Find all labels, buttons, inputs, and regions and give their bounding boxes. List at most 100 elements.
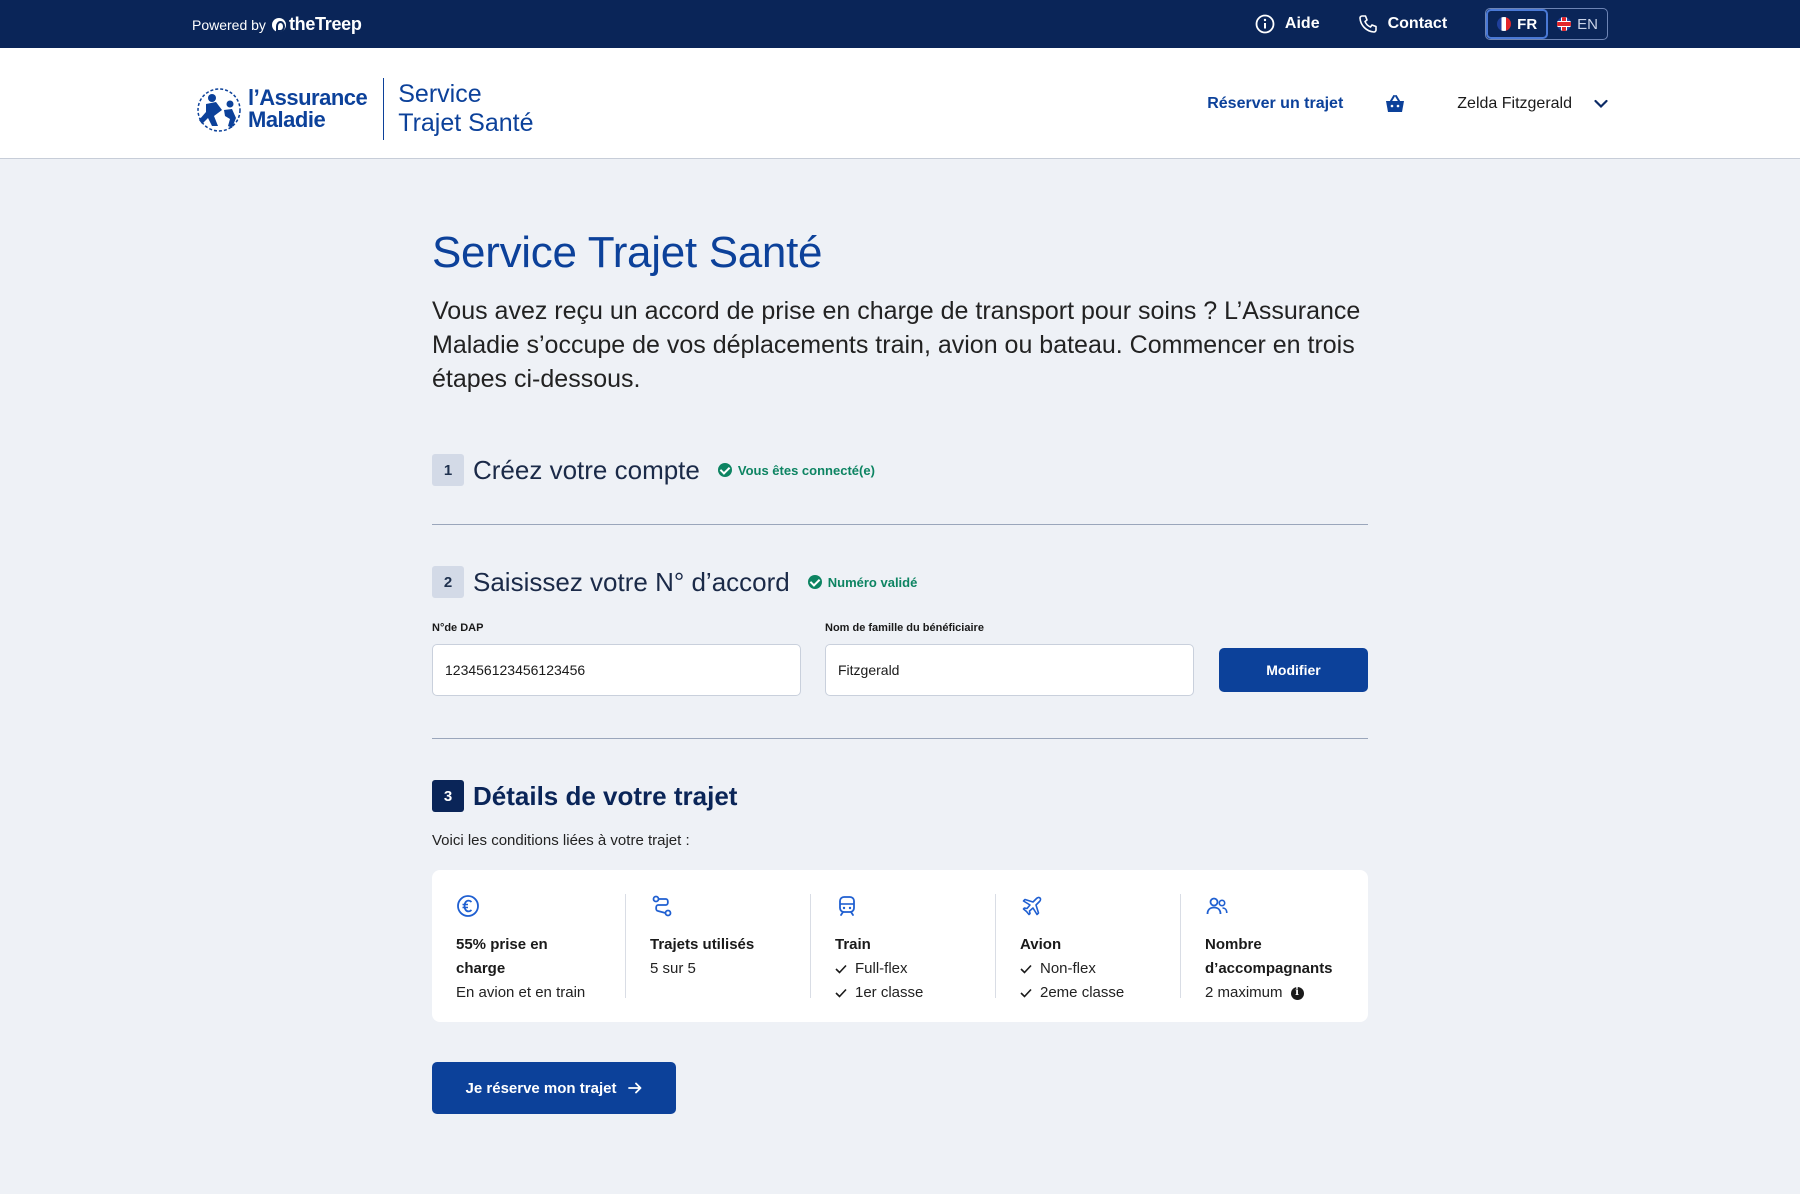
step-1-badge-label: Vous êtes connecté(e) (737, 462, 875, 478)
step-3-title: Détails de votre trajet (473, 780, 738, 811)
euro-icon (457, 895, 479, 917)
condition-coverage-title: 55% prise en charge (456, 936, 548, 977)
condition-companions-max: 2 maximum (1205, 984, 1283, 1001)
condition-plane-item: Non-flex (1020, 957, 1156, 981)
help-link[interactable]: Aide (1255, 14, 1320, 34)
plane-icon (1022, 896, 1042, 916)
condition-companions: Nombre d’accompagnants 2 maximum i (1181, 894, 1368, 1001)
logo-divider (383, 78, 385, 140)
page-title: Service Trajet Santé (432, 228, 823, 277)
help-label: Aide (1284, 15, 1320, 32)
condition-plane-class: 2eme classe (1040, 984, 1125, 1001)
step-2-status-badge: Numéro validé (807, 574, 918, 590)
step-2-header: 2 Saisissez votre N° d’accord Numéro val… (432, 566, 917, 598)
train-icon (839, 896, 855, 916)
step-divider-2 (432, 738, 1368, 739)
condition-trips-used: Trajets utilisés 5 sur 5 (626, 894, 811, 998)
contact-label: Contact (1387, 15, 1448, 32)
powered-by: Powered by theTreep (192, 14, 362, 35)
check-circle-icon (807, 575, 822, 589)
site-header: l’Assurance Maladie Service Trajet Santé… (0, 48, 1800, 159)
step-1-title: Créez votre compte (473, 454, 700, 485)
condition-plane-title: Avion (1020, 936, 1062, 953)
service-name: Service Trajet Santé (398, 80, 533, 138)
condition-trips-used-detail: 5 sur 5 (650, 960, 696, 977)
top-links: Aide Contact FR EN (1255, 0, 1608, 48)
phone-icon (1358, 15, 1377, 33)
powered-by-label: Powered by (192, 16, 266, 33)
assurance-maladie-logo[interactable]: l’Assurance Maladie Service Trajet Santé (192, 78, 534, 140)
step-2-number: 2 (432, 566, 464, 598)
step-1-status-badge: Vous êtes connecté(e) (717, 462, 875, 478)
condition-companions-detail: 2 maximum i (1205, 981, 1344, 1005)
flag-uk-icon (1557, 17, 1572, 31)
lang-en-label: EN (1577, 15, 1598, 33)
chevron-down-icon (1594, 99, 1608, 108)
condition-train-item: Full-flex (835, 957, 971, 981)
step-1-header: 1 Créez votre compte Vous êtes connecté(… (432, 454, 875, 486)
lang-fr-label: FR (1517, 15, 1538, 33)
logo-line-1: l’Assurance (248, 85, 368, 110)
condition-plane-item: 2eme classe (1020, 981, 1156, 1005)
check-icon (835, 964, 847, 974)
reserve-trip-link[interactable]: Réserver un trajet (1207, 95, 1343, 113)
condition-train-title: Train (835, 936, 871, 953)
user-menu[interactable]: Zelda Fitzgerald (1457, 95, 1608, 113)
condition-train-flex: Full-flex (855, 960, 908, 977)
flag-france-icon (1497, 17, 1512, 31)
language-switcher: FR EN (1485, 8, 1608, 40)
lang-en-button[interactable]: EN (1548, 9, 1607, 39)
treep-logo-icon (271, 17, 286, 32)
dap-field: N°de DAP 123456123456123456 (432, 622, 801, 696)
basket-icon[interactable] (1383, 92, 1407, 116)
top-bar: Powered by theTreep Aide Contact FR EN (0, 0, 1800, 48)
beneficiary-name-label: Nom de famille du bénéficiaire (825, 622, 984, 634)
step-divider-1 (432, 524, 1368, 525)
condition-coverage-detail: En avion et en train (456, 984, 586, 1001)
condition-coverage: 55% prise en charge En avion et en train (432, 894, 626, 1001)
condition-trips-used-title: Trajets utilisés (650, 936, 755, 953)
intro-text: Vous avez reçu un accord de prise en cha… (432, 297, 1361, 393)
logo-line-2: Maladie (248, 107, 326, 132)
dap-input[interactable]: 123456123456123456 (432, 644, 801, 696)
condition-train: Train Full-flex 1er classe (811, 894, 996, 1001)
check-icon (835, 988, 847, 998)
info-circle-icon (1255, 14, 1275, 34)
trip-conditions-card: 55% prise en charge En avion et en train… (432, 870, 1368, 1022)
contact-link[interactable]: Contact (1358, 14, 1448, 34)
beneficiary-name-input[interactable]: Fitzgerald (825, 644, 1194, 696)
lang-fr-button[interactable]: FR (1486, 9, 1549, 39)
people-icon (1206, 897, 1228, 915)
condition-plane-flex: Non-flex (1040, 960, 1096, 977)
check-icon (1020, 988, 1032, 998)
user-name: Zelda Fitzgerald (1457, 94, 1572, 112)
info-icon[interactable]: i (1290, 986, 1304, 1000)
condition-companions-title: Nombre d’accompagnants (1205, 936, 1333, 977)
arrow-right-icon (628, 1082, 642, 1094)
check-icon (1020, 964, 1032, 974)
reserve-trip-button[interactable]: Je réserve mon trajet (432, 1062, 676, 1114)
logo-wordmark: l’Assurance Maladie (248, 85, 368, 132)
condition-plane: Avion Non-flex 2eme classe (996, 894, 1181, 1001)
dap-label: N°de DAP (432, 622, 484, 634)
reserve-trip-button-label: Je réserve mon trajet (465, 1079, 617, 1097)
treep-brand[interactable]: theTreep (271, 14, 362, 35)
main-content: Service Trajet Santé Vous avez reçu un a… (432, 228, 1368, 1114)
step-2-badge-label: Numéro validé (827, 574, 918, 590)
beneficiary-name-field: Nom de famille du bénéficiaire Fitzgeral… (825, 622, 1194, 696)
check-circle-icon (717, 463, 732, 477)
service-line-2: Trajet Santé (398, 109, 534, 137)
condition-train-item: 1er classe (835, 981, 971, 1005)
condition-train-class: 1er classe (855, 984, 924, 1001)
step-2-title: Saisissez votre N° d’accord (473, 566, 790, 597)
service-line-1: Service (398, 80, 482, 108)
assurance-maladie-emblem-icon (197, 88, 241, 132)
treep-brand-label: theTreep (288, 14, 362, 34)
step-3-header: 3 Détails de votre trajet (432, 780, 737, 812)
step-1-number: 1 (432, 454, 464, 486)
modify-button[interactable]: Modifier (1219, 648, 1368, 692)
step-3-number: 3 (432, 780, 464, 812)
conditions-intro: Voici les conditions liées à votre traje… (432, 832, 690, 849)
header-actions: Réserver un trajet Zelda Fitzgerald (1207, 48, 1608, 159)
route-icon (652, 895, 672, 917)
